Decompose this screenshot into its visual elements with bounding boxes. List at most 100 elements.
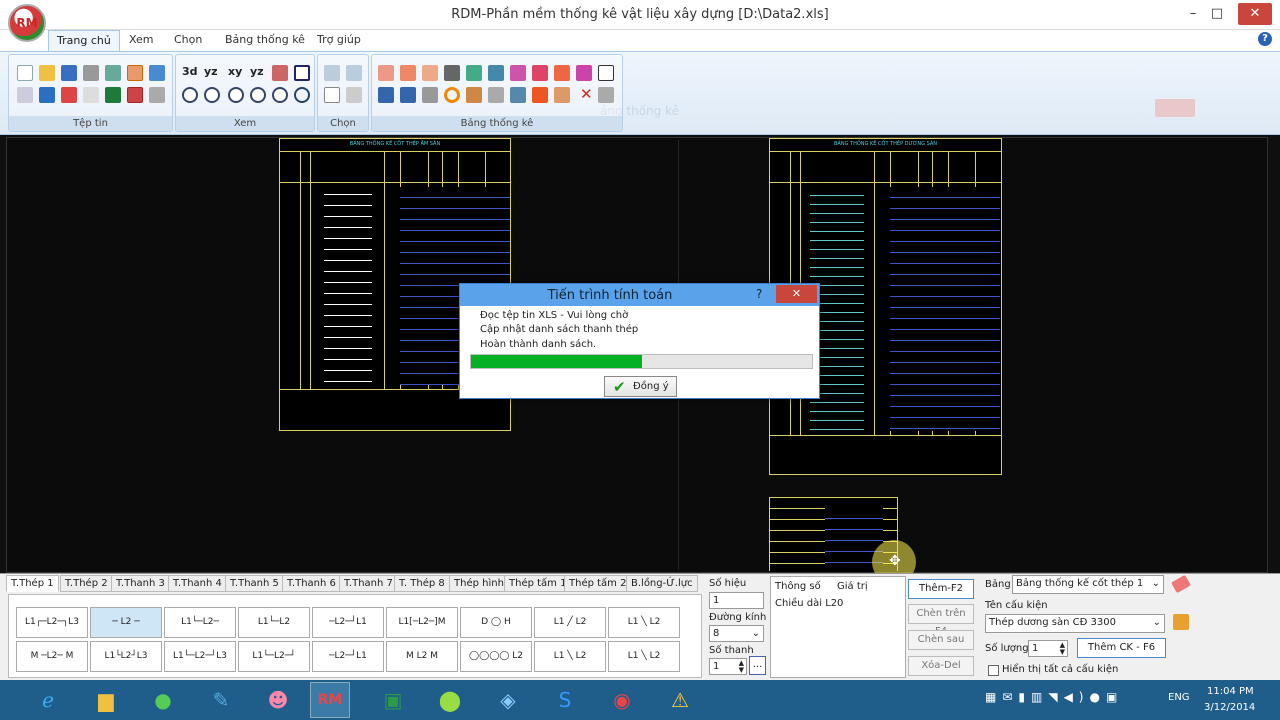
so-luong-stepper[interactable]: 1 ▲ ▼ — [1028, 640, 1068, 657]
language-indicator[interactable]: ENG — [1168, 692, 1190, 703]
shape-cell-13[interactable]: L1└─L2─┘ — [238, 641, 310, 672]
select-box-icon[interactable] — [346, 87, 362, 103]
shape-cell-7[interactable]: D ◯ H — [460, 607, 532, 638]
shape-cell-3[interactable]: L1└─L2─ — [164, 607, 236, 638]
grid-dots-icon[interactable] — [83, 87, 99, 103]
tab-home[interactable]: Trang chủ — [48, 30, 120, 52]
shape-cell-4[interactable]: L1└─L2 — [238, 607, 310, 638]
tab-thep-hinh[interactable]: Thép hình — [449, 575, 509, 592]
tab-thep-1[interactable]: T.Thép 1 — [6, 575, 59, 592]
text-a-icon[interactable] — [39, 87, 55, 103]
shape-cell-16[interactable]: ◯◯◯◯ L2 — [460, 641, 532, 672]
move-icon[interactable] — [272, 65, 288, 81]
tab-b-long-u-luc[interactable]: B.lồng-Ứ.lực — [626, 575, 698, 592]
stat-tool-9-icon[interactable] — [554, 65, 570, 81]
erase-icon[interactable] — [598, 87, 614, 103]
zoom-icon[interactable] — [182, 87, 198, 103]
duong-kinh-select[interactable]: 8 ⌄ — [709, 625, 764, 642]
them-ck-button[interactable]: Thêm CK - F6 — [1077, 638, 1166, 658]
stat-tool-2-icon[interactable] — [400, 65, 416, 81]
stat-tool-7-icon[interactable] — [510, 65, 526, 81]
ten-cau-kien-select[interactable]: Thép dương sàn CĐ 3300 ⌄ — [985, 614, 1165, 633]
excel-icon[interactable] — [105, 87, 121, 103]
chen-tren-button[interactable]: Chèn trên F4 — [908, 604, 974, 637]
param-row-value[interactable]: 0 — [837, 598, 843, 609]
clock-date[interactable]: 3/12/2014 — [1204, 702, 1255, 713]
view-yz2-button[interactable]: yz — [250, 65, 264, 78]
ie-icon[interactable]: ℯ — [28, 682, 68, 718]
minimize-button[interactable]: – — [1180, 3, 1206, 25]
box-icon[interactable] — [149, 87, 165, 103]
tab-thep-8[interactable]: T. Thép 8 — [394, 575, 450, 592]
save-icon[interactable] — [61, 65, 77, 81]
rotate-icon[interactable] — [294, 87, 310, 103]
tab-thep-tam-1[interactable]: Thép tấm 1 — [504, 575, 572, 592]
view-3d-button[interactable]: 3d — [182, 65, 198, 78]
tab-statistics[interactable]: Bảng thống kê — [217, 30, 313, 52]
stat-tool-5-icon[interactable] — [466, 65, 482, 81]
excel-close-icon[interactable] — [127, 87, 143, 103]
app-v-icon[interactable]: ⬤ — [430, 682, 470, 718]
tab-select[interactable]: Chọn — [166, 30, 210, 52]
ok-button[interactable]: ✔ Đồng ý — [604, 376, 677, 397]
stat-tool-1-icon[interactable] — [378, 65, 394, 81]
tab-thep-2[interactable]: T.Thép 2 — [60, 575, 113, 592]
warning-icon[interactable]: ⚠ — [660, 682, 700, 718]
shape-cell-12[interactable]: L1└─L2─┘L3 — [164, 641, 236, 672]
help-icon[interactable]: ? — [1258, 32, 1272, 46]
shape-cell-2[interactable]: ─ L2 ─ — [90, 607, 162, 638]
zoom-extents-icon[interactable] — [272, 87, 288, 103]
shape-cell-14[interactable]: ─L2─┘L1 — [312, 641, 384, 672]
print-icon[interactable] — [83, 65, 99, 81]
more-button[interactable]: ... — [749, 656, 766, 675]
them-button[interactable]: Thêm-F2 — [908, 579, 974, 599]
select-rotate-icon[interactable] — [346, 65, 362, 81]
edit-icon[interactable] — [1173, 614, 1189, 630]
explorer-icon[interactable]: ▆ — [86, 682, 126, 718]
select-move-icon[interactable] — [324, 65, 340, 81]
chen-sau-button[interactable]: Chèn sau — [908, 630, 974, 650]
zoom-out-icon[interactable] — [250, 87, 266, 103]
tab-thep-tam-2[interactable]: Thép tấm 2 — [564, 575, 632, 592]
dialog-close-button[interactable]: ✕ — [776, 285, 817, 303]
tray-icons[interactable]: ▦✉▮▥◥◀)●▣ — [985, 690, 1135, 708]
tab-thanh-3[interactable]: T.Thanh 3 — [111, 575, 170, 592]
stat-tool-11-icon[interactable] — [378, 87, 394, 103]
rdm-cad-icon[interactable]: ◉ — [602, 682, 642, 718]
stat-tool-15-icon[interactable] — [488, 87, 504, 103]
shape-cell-6[interactable]: L1[─L2─]M — [386, 607, 458, 638]
tool-icon[interactable]: ✎ — [201, 682, 241, 718]
font-icon[interactable] — [61, 87, 77, 103]
shape-cell-1[interactable]: L1┌─L2─┐L3 — [16, 607, 88, 638]
close-button[interactable]: ✕ — [1238, 3, 1272, 25]
app-logo-icon[interactable]: RM — [8, 4, 46, 42]
stat-tool-8-icon[interactable] — [532, 65, 548, 81]
window-icon[interactable] — [294, 65, 310, 81]
rdm-taskbar-icon[interactable]: RM — [310, 682, 350, 718]
view-yz-button[interactable]: yz — [204, 65, 218, 78]
chart-icon[interactable] — [105, 65, 121, 81]
tab-thanh-4[interactable]: T.Thanh 4 — [168, 575, 227, 592]
view-xy-button[interactable]: xy — [228, 65, 242, 78]
text-cursor-icon[interactable] — [598, 65, 614, 81]
so-thanh-stepper[interactable]: 1 ▲ ▼ — [709, 658, 747, 675]
show-all-checkbox[interactable] — [988, 665, 999, 676]
lightning-icon[interactable] — [532, 87, 548, 103]
shape-cell-17[interactable]: L1 ╲ L2 — [534, 641, 606, 672]
grid-icon[interactable] — [17, 87, 33, 103]
stat-tool-4-icon[interactable] — [444, 65, 460, 81]
excel-taskbar-icon[interactable]: ▣ — [373, 682, 413, 718]
zoom-window-icon[interactable] — [228, 87, 244, 103]
bang-select[interactable]: Bảng thống kế cốt thép 1 ⌄ — [1012, 575, 1164, 594]
tab-help[interactable]: Trợ giúp — [309, 30, 369, 52]
stat-tool-12-icon[interactable] — [400, 87, 416, 103]
stat-tool-3-icon[interactable] — [422, 65, 438, 81]
tab-thanh-6[interactable]: T.Thanh 6 — [282, 575, 341, 592]
undo-icon[interactable] — [149, 65, 165, 81]
new-file-icon[interactable] — [17, 65, 33, 81]
stat-tool-16-icon[interactable] — [510, 87, 526, 103]
shape-cell-9[interactable]: L1 ╲ L2 — [608, 607, 680, 638]
shape-cell-10[interactable]: M ─L2─ M — [16, 641, 88, 672]
stat-tool-6-icon[interactable] — [488, 65, 504, 81]
app-tool-icon[interactable]: ◈ — [488, 682, 528, 718]
